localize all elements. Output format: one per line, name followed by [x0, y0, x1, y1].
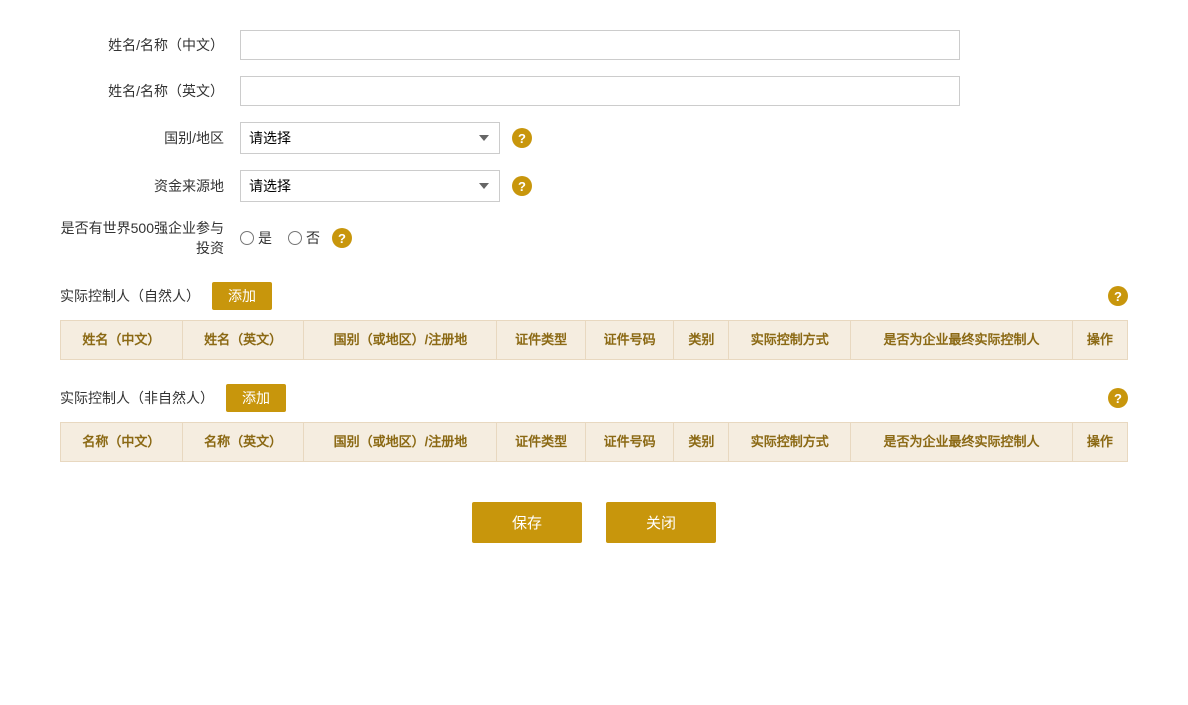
col-name-en: 姓名（英文） [182, 321, 304, 360]
world500-label: 是否有世界500强企业参与投资 [60, 218, 240, 258]
actions-row: 保存 关闭 [60, 502, 1128, 543]
non-natural-person-header-row: 名称（中文） 名称（英文） 国别（或地区）/注册地 证件类型 证件号码 类别 实… [61, 423, 1128, 462]
natural-person-add-btn[interactable]: 添加 [212, 282, 272, 310]
country-row: 国别/地区 请选择 ? [60, 122, 1128, 154]
col-name-cn: 姓名（中文） [61, 321, 183, 360]
col-country: 国别（或地区）/注册地 [304, 321, 497, 360]
radio-yes-label[interactable]: 是 [240, 228, 272, 248]
world500-help-icon[interactable]: ? [332, 228, 352, 248]
natural-person-section: 实际控制人（自然人） 添加 ? 姓名（中文） 姓名（英文） 国别（或地区）/注册… [60, 282, 1128, 360]
name-en-row: 姓名/名称（英文） [60, 76, 1128, 106]
natural-person-header: 实际控制人（自然人） 添加 ? [60, 282, 1128, 310]
col-org-name-en: 名称（英文） [182, 423, 304, 462]
non-natural-person-title: 实际控制人（非自然人） [60, 388, 214, 408]
non-natural-person-add-btn[interactable]: 添加 [226, 384, 286, 412]
world500-radio-group: 是 否 [240, 228, 320, 248]
close-button[interactable]: 关闭 [606, 502, 716, 543]
fund-source-help-icon[interactable]: ? [512, 176, 532, 196]
non-natural-person-table: 名称（中文） 名称（英文） 国别（或地区）/注册地 证件类型 证件号码 类别 实… [60, 422, 1128, 462]
col-org-control-method: 实际控制方式 [729, 423, 851, 462]
fund-source-row: 资金来源地 请选择 ? [60, 170, 1128, 202]
name-cn-row: 姓名/名称（中文） [60, 30, 1128, 60]
col-cert-type: 证件类型 [497, 321, 585, 360]
radio-yes-input[interactable] [240, 231, 254, 245]
world500-row: 是否有世界500强企业参与投资 是 否 ? [60, 218, 1128, 258]
col-is-final-controller: 是否为企业最终实际控制人 [851, 321, 1073, 360]
name-en-input[interactable] [240, 76, 960, 106]
natural-person-title: 实际控制人（自然人） [60, 286, 200, 306]
non-natural-person-help-icon[interactable]: ? [1108, 388, 1128, 408]
col-category: 类别 [674, 321, 729, 360]
name-cn-input[interactable] [240, 30, 960, 60]
country-select[interactable]: 请选择 [240, 122, 500, 154]
col-cert-no: 证件号码 [585, 321, 673, 360]
form-section: 姓名/名称（中文） 姓名/名称（英文） 国别/地区 请选择 ? 资金来源地 请选… [60, 30, 1128, 258]
fund-source-label: 资金来源地 [60, 176, 240, 196]
col-org-operations: 操作 [1072, 423, 1127, 462]
radio-yes-text: 是 [258, 228, 272, 248]
radio-no-text: 否 [306, 228, 320, 248]
fund-source-select[interactable]: 请选择 [240, 170, 500, 202]
col-operations: 操作 [1072, 321, 1127, 360]
col-org-category: 类别 [674, 423, 729, 462]
country-label: 国别/地区 [60, 128, 240, 148]
col-org-is-final-controller: 是否为企业最终实际控制人 [851, 423, 1073, 462]
col-org-cert-no: 证件号码 [585, 423, 673, 462]
name-en-label: 姓名/名称（英文） [60, 81, 240, 101]
save-button[interactable]: 保存 [472, 502, 582, 543]
non-natural-person-header: 实际控制人（非自然人） 添加 ? [60, 384, 1128, 412]
col-org-country: 国别（或地区）/注册地 [304, 423, 497, 462]
non-natural-person-section: 实际控制人（非自然人） 添加 ? 名称（中文） 名称（英文） 国别（或地区）/注… [60, 384, 1128, 462]
col-org-cert-type: 证件类型 [497, 423, 585, 462]
name-cn-label: 姓名/名称（中文） [60, 35, 240, 55]
country-help-icon[interactable]: ? [512, 128, 532, 148]
natural-person-help-icon[interactable]: ? [1108, 286, 1128, 306]
natural-person-table: 姓名（中文） 姓名（英文） 国别（或地区）/注册地 证件类型 证件号码 类别 实… [60, 320, 1128, 360]
radio-no-label[interactable]: 否 [288, 228, 320, 248]
col-org-name-cn: 名称（中文） [61, 423, 183, 462]
radio-no-input[interactable] [288, 231, 302, 245]
natural-person-header-row: 姓名（中文） 姓名（英文） 国别（或地区）/注册地 证件类型 证件号码 类别 实… [61, 321, 1128, 360]
col-control-method: 实际控制方式 [729, 321, 851, 360]
